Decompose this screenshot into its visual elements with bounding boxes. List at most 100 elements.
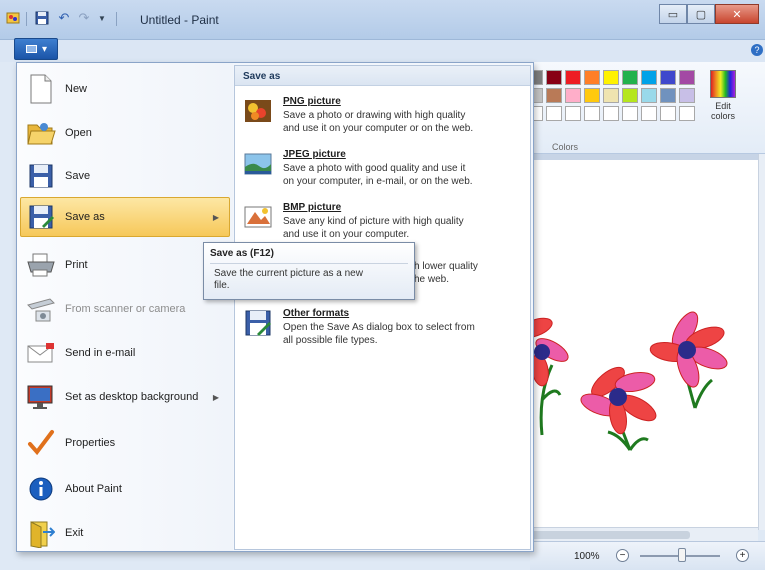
color-swatch[interactable] xyxy=(641,106,657,121)
menu-item-from-scanner-or-camera[interactable]: From scanner or camera xyxy=(20,289,230,329)
menu-item-new[interactable]: New xyxy=(20,69,230,109)
color-swatch[interactable] xyxy=(641,70,657,85)
new-document-icon xyxy=(25,73,57,105)
colors-group-label: Colors xyxy=(552,142,579,152)
flower-left xyxy=(517,317,569,387)
submenu-arrow-icon: ▶ xyxy=(212,213,219,222)
separator xyxy=(116,12,117,26)
save-icon[interactable] xyxy=(34,10,50,26)
format-description-line2: all possible file types. xyxy=(283,335,378,346)
color-swatch[interactable] xyxy=(679,88,695,103)
menu-item-properties[interactable]: Properties xyxy=(20,423,230,463)
format-description-line1: Save a photo or drawing with high qualit… xyxy=(283,110,466,121)
color-swatch[interactable] xyxy=(584,88,600,103)
color-swatch[interactable] xyxy=(546,70,562,85)
color-swatch[interactable] xyxy=(679,106,695,121)
save-as-header: Save as xyxy=(235,66,530,86)
format-description-line2: on your computer, in e-mail, or on the w… xyxy=(283,176,473,187)
help-icon[interactable]: ? xyxy=(751,44,763,56)
color-swatch[interactable] xyxy=(622,106,638,121)
title-bar: ↶ ↷ ▼ Untitled - Paint ▭ ▢ ✕ xyxy=(0,0,765,40)
color-swatch[interactable] xyxy=(546,106,562,121)
bmp-picture-icon xyxy=(243,202,275,234)
edit-colors-label-line2: colors xyxy=(710,111,735,121)
menu-item-label: From scanner or camera xyxy=(65,303,186,315)
format-png[interactable]: PNG picture Save a photo or drawing with… xyxy=(243,96,523,135)
drawing-canvas[interactable] xyxy=(517,160,758,527)
color-swatch[interactable] xyxy=(622,70,638,85)
submenu-arrow-icon: ▶ xyxy=(212,393,219,402)
redo-icon[interactable]: ↷ xyxy=(76,10,92,26)
save-as-submenu: Save as PNG picture Save a photo or draw… xyxy=(234,65,531,550)
menu-item-label: Properties xyxy=(65,437,116,449)
menu-item-label: Send in e-mail xyxy=(65,347,136,359)
color-swatch[interactable] xyxy=(584,70,600,85)
maximize-button[interactable]: ▢ xyxy=(687,4,715,24)
format-description-line2: and use it on your computer or on the we… xyxy=(283,123,474,134)
zoom-slider-thumb[interactable] xyxy=(678,548,686,562)
zoom-in-button[interactable]: + xyxy=(736,549,749,562)
separator xyxy=(26,12,27,26)
flower-middle xyxy=(580,366,657,435)
format-other[interactable]: Other formats Open the Save As dialog bo… xyxy=(243,308,523,347)
close-button[interactable]: ✕ xyxy=(715,4,759,24)
vertical-scrollbar[interactable] xyxy=(758,154,765,530)
edit-colors-button[interactable]: Edit colors xyxy=(706,70,740,142)
format-description-line1: Save a photo with good quality and use i… xyxy=(283,163,466,174)
format-bmp[interactable]: BMP picture Save any kind of picture wit… xyxy=(243,202,523,241)
color-swatch[interactable] xyxy=(660,88,676,103)
menu-item-label: Save xyxy=(65,170,91,182)
color-swatch[interactable] xyxy=(565,88,581,103)
format-description-line1: Open the Save As dialog box to select fr… xyxy=(283,322,475,333)
color-swatch[interactable] xyxy=(679,70,695,85)
customize-dropdown-icon[interactable]: ▼ xyxy=(94,10,110,26)
format-title: BMP picture xyxy=(283,202,342,213)
color-swatch[interactable] xyxy=(660,106,676,121)
format-description-line1: Save any kind of picture with high quali… xyxy=(283,216,464,227)
color-swatch[interactable] xyxy=(565,70,581,85)
dropdown-arrow: ▾ xyxy=(41,43,48,55)
menu-item-save-as[interactable]: Save as ▶ xyxy=(20,197,230,237)
format-title: PNG picture xyxy=(283,96,341,107)
exit-icon xyxy=(25,517,57,549)
menu-item-send-in-email[interactable]: Send in e-mail xyxy=(20,333,230,373)
email-icon xyxy=(25,337,57,369)
color-swatch[interactable] xyxy=(546,88,562,103)
minimize-button[interactable]: ▭ xyxy=(659,4,687,24)
color-swatch[interactable] xyxy=(584,106,600,121)
format-text: BMP picture Save any kind of picture wit… xyxy=(283,202,464,241)
color-swatch[interactable] xyxy=(603,70,619,85)
paint-app-icon[interactable] xyxy=(6,10,22,26)
menu-item-label: About Paint xyxy=(65,483,122,495)
color-swatch[interactable] xyxy=(660,70,676,85)
zoom-out-button[interactable]: − xyxy=(616,549,629,562)
ribbon: Edit colors Colors xyxy=(508,62,765,154)
color-swatch[interactable] xyxy=(603,106,619,121)
window-controls: ▭ ▢ ✕ xyxy=(659,4,759,24)
horizontal-scrollbar[interactable] xyxy=(530,527,758,541)
menu-item-set-as-desktop-background[interactable]: Set as desktop background ▶ xyxy=(20,377,230,417)
menu-item-about-paint[interactable]: About Paint xyxy=(20,469,230,509)
tooltip-description-line1: Save the current picture as a new xyxy=(214,268,363,279)
undo-icon[interactable]: ↶ xyxy=(56,10,72,26)
menu-item-save[interactable]: Save xyxy=(20,156,230,196)
ribbon-tab-row: ? xyxy=(0,40,765,62)
scroll-thumb[interactable] xyxy=(530,531,690,539)
menu-item-exit[interactable]: Exit xyxy=(20,513,230,553)
format-jpeg[interactable]: JPEG picture Save a photo with good qual… xyxy=(243,149,523,188)
menu-item-open[interactable]: Open xyxy=(20,113,230,153)
status-bar: 100% − + xyxy=(530,541,765,570)
save-icon xyxy=(25,160,57,192)
menu-item-print[interactable]: Print xyxy=(20,245,230,285)
color-swatch[interactable] xyxy=(565,106,581,121)
window-title: Untitled - Paint xyxy=(140,13,219,27)
zoom-level: 100% xyxy=(574,551,600,562)
paint-menu-icon xyxy=(25,45,37,53)
info-icon xyxy=(25,473,57,505)
color-swatch[interactable] xyxy=(603,88,619,103)
tooltip-divider xyxy=(210,263,408,264)
paint-menu-button[interactable]: ▾ xyxy=(14,38,58,60)
color-swatch[interactable] xyxy=(622,88,638,103)
color-swatch[interactable] xyxy=(641,88,657,103)
flower-right xyxy=(649,311,728,388)
